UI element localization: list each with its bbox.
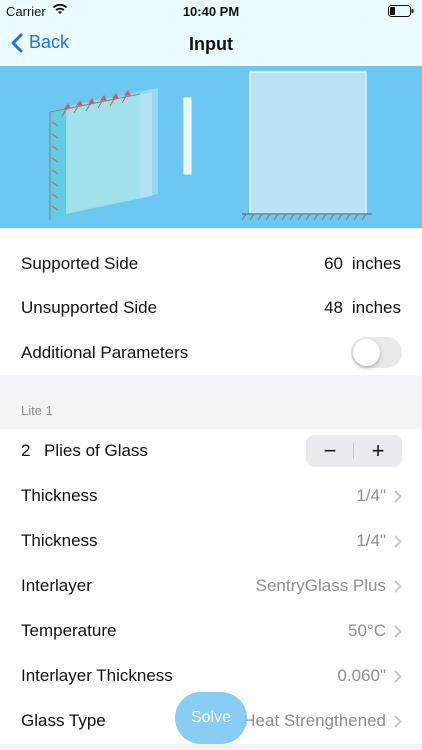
chevron-right-icon (394, 625, 402, 638)
stepper-minus-button[interactable]: − (306, 435, 354, 467)
bottom-background (0, 744, 422, 750)
temperature-value: 50°C (348, 621, 386, 640)
chevron-right-icon (394, 535, 402, 548)
navigation-bar: Back Input (0, 22, 422, 66)
additional-parameters-toggle[interactable] (351, 337, 402, 368)
unsupported-side-unit: inches (351, 298, 401, 317)
chevron-right-icon (394, 670, 402, 683)
plies-count: 2 (21, 441, 31, 460)
supported-side-label: Supported Side (21, 254, 139, 273)
chevron-right-icon (394, 715, 402, 728)
temperature-row[interactable]: Temperature 50°C (0, 609, 422, 653)
temperature-label: Temperature (21, 621, 117, 640)
thickness-label: Thickness (21, 486, 98, 505)
interlayer-value: SentryGlass Plus (255, 576, 386, 595)
thickness-value: 1/4" (356, 486, 386, 505)
unsupported-side-label: Unsupported Side (21, 298, 158, 317)
status-bar: Carrier 10:40 PM (0, 0, 422, 22)
interlayer-row[interactable]: Interlayer SentryGlass Plus (0, 564, 422, 608)
glass-diagram (0, 66, 422, 228)
plies-row: 2 Plies of Glass − + (0, 429, 422, 473)
plies-stepper[interactable]: − + (306, 435, 402, 467)
interlayer-thickness-value: 0.060" (337, 666, 386, 685)
chevron-right-icon (394, 490, 402, 503)
supported-side-input[interactable]: 60 (324, 254, 343, 274)
interlayer-thickness-label: Interlayer Thickness (21, 666, 173, 685)
additional-parameters-row: Additional Parameters (0, 331, 422, 375)
thickness-row[interactable]: Thickness 1/4" (0, 519, 422, 563)
solve-button[interactable]: Solve (175, 692, 247, 744)
stepper-plus-button[interactable]: + (354, 435, 402, 467)
chevron-right-icon (394, 580, 402, 593)
glass-type-label: Glass Type (21, 711, 106, 730)
glass-type-value: Heat Strengthened (243, 711, 386, 730)
clock: 10:40 PM (182, 4, 240, 19)
plies-label: Plies of Glass (44, 441, 148, 460)
thickness-value: 1/4" (356, 531, 386, 550)
page-title: Input (189, 34, 233, 54)
supported-side-row[interactable]: Supported Side 60 inches (0, 242, 422, 286)
toggle-knob (353, 339, 380, 366)
supported-side-unit: inches (351, 254, 401, 273)
unsupported-side-input[interactable]: 48 (324, 298, 343, 318)
unsupported-side-row[interactable]: Unsupported Side 48 inches (0, 286, 422, 330)
battery-icon (388, 5, 414, 20)
thickness-row[interactable]: Thickness 1/4" (0, 474, 422, 518)
thickness-label: Thickness (21, 531, 98, 550)
additional-parameters-label: Additional Parameters (21, 343, 189, 362)
interlayer-label: Interlayer (21, 576, 92, 595)
lite-header-label: Lite 1 (21, 403, 53, 418)
lite-section-header: Lite 1 (0, 375, 422, 429)
